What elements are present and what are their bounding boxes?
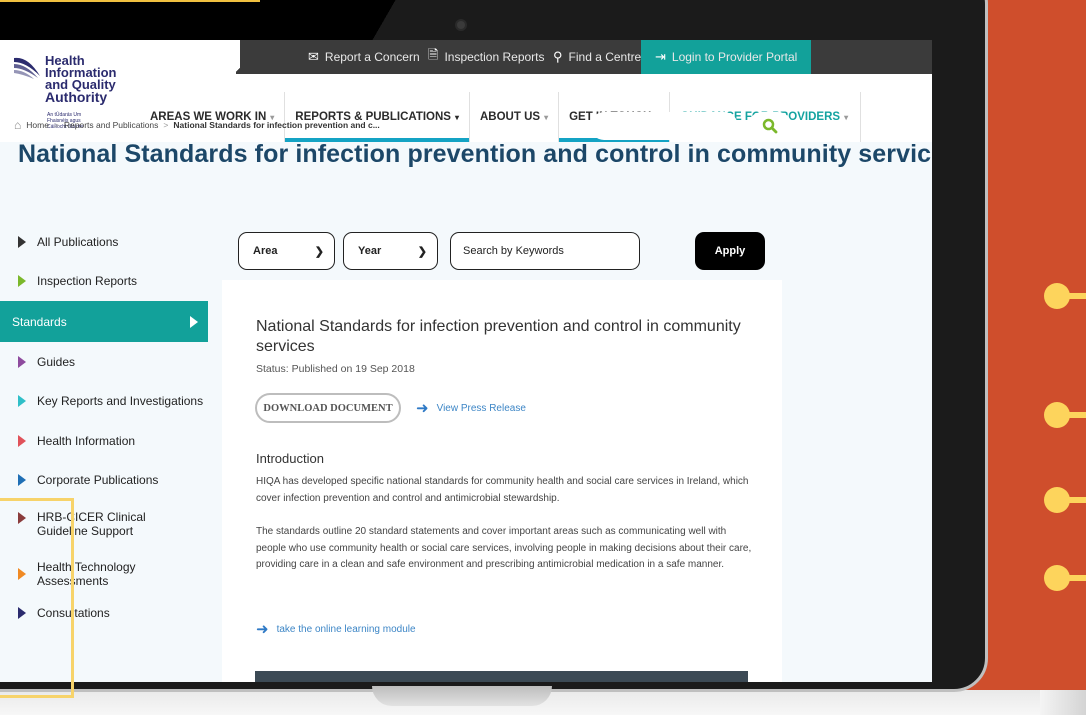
sidebar-item-label: Health Information bbox=[37, 433, 136, 448]
chevron-down-icon: ▾ bbox=[844, 112, 849, 122]
triangle-right-icon bbox=[18, 235, 26, 248]
report-concern-link[interactable]: ✉ Report a Concern bbox=[308, 40, 420, 74]
sidebar-item-health-information[interactable]: Health Information bbox=[0, 421, 208, 461]
camera-icon bbox=[457, 21, 465, 29]
link-label: View Press Release bbox=[436, 402, 526, 414]
decorative-highlight-frame bbox=[0, 498, 74, 698]
site-search-button[interactable] bbox=[748, 112, 792, 140]
home-icon[interactable]: ⌂ bbox=[14, 118, 21, 132]
util-label: Login to Provider Portal bbox=[671, 50, 798, 64]
link-label: take the online learning module bbox=[276, 623, 416, 635]
sidebar-item-all-publications[interactable]: All Publications bbox=[0, 222, 208, 262]
page-title: National Standards for infection prevent… bbox=[18, 140, 932, 168]
triangle-right-icon bbox=[18, 474, 26, 487]
apply-button[interactable]: Apply bbox=[695, 232, 765, 270]
breadcrumb-separator: > bbox=[163, 120, 169, 130]
laptop-base-notch bbox=[372, 686, 552, 706]
decorative-accent-line bbox=[0, 0, 260, 2]
triangle-right-icon bbox=[190, 315, 198, 328]
utility-bar: ✉ Report a Concern 🗎 Inspection Reports … bbox=[240, 40, 932, 74]
util-label: Inspection Reports bbox=[444, 50, 545, 64]
sidebar-item-guides[interactable]: Guides bbox=[0, 342, 208, 382]
sidebar-item-label: Guides bbox=[37, 354, 76, 369]
standards-paragraph: The standards outline 20 standard statem… bbox=[256, 526, 752, 570]
year-select[interactable]: Year ❯ bbox=[343, 232, 438, 270]
introduction-heading: Introduction bbox=[256, 451, 324, 466]
sidebar-item-label: All Publications bbox=[37, 234, 119, 249]
arrow-right-icon: ➜ bbox=[256, 621, 269, 638]
util-label: Find a Centre bbox=[568, 50, 642, 64]
sidebar-item-label: Standards bbox=[12, 314, 67, 329]
keyword-search-input[interactable]: Search by Keywords bbox=[450, 232, 640, 270]
triangle-right-icon bbox=[18, 355, 26, 368]
laptop-base-shadow bbox=[1040, 690, 1086, 715]
breadcrumb-home[interactable]: Home bbox=[26, 120, 49, 130]
login-provider-portal-button[interactable]: ⇥ Login to Provider Portal bbox=[641, 40, 812, 74]
bezel-top-strip-edge bbox=[360, 0, 408, 40]
download-document-button[interactable]: DOWNLOAD DOCUMENT bbox=[255, 393, 401, 423]
sidebar-item-corporate-publications[interactable]: Corporate Publications bbox=[0, 461, 208, 501]
logo-wordmark: Health Information and Quality Authority bbox=[45, 54, 117, 105]
view-press-release-link[interactable]: ➜ View Press Release bbox=[416, 399, 526, 417]
decorative-bar bbox=[1058, 412, 1086, 418]
intro-paragraph: HIQA has developed specific national sta… bbox=[256, 476, 749, 504]
breadcrumb-separator: > bbox=[53, 120, 59, 130]
sidebar-item-standards[interactable]: Standards bbox=[0, 301, 208, 342]
site-search-input[interactable] bbox=[590, 112, 738, 140]
chevron-down-icon: ▾ bbox=[454, 112, 459, 122]
online-learning-link[interactable]: ➜ take the online learning module bbox=[256, 620, 416, 638]
decorative-bar bbox=[1058, 575, 1086, 581]
logo-swoosh-icon bbox=[14, 57, 40, 79]
envelope-icon: ✉ bbox=[308, 49, 319, 64]
chevron-down-icon: ▾ bbox=[544, 112, 549, 122]
nav-areas-we-work-in[interactable]: AREAS WE WORK IN ▾ bbox=[140, 92, 286, 142]
bezel-top-strip bbox=[0, 0, 360, 40]
nav-reports-publications[interactable]: REPORTS & PUBLICATIONS ▾ bbox=[285, 92, 470, 142]
search-icon bbox=[762, 118, 778, 134]
document-icon: 🗎 bbox=[428, 47, 439, 62]
video-thumbnail[interactable] bbox=[255, 671, 748, 682]
sidebar-item-key-reports[interactable]: Key Reports and Investigations bbox=[0, 382, 208, 422]
area-select[interactable]: Area ❯ bbox=[238, 232, 335, 270]
breadcrumb: ⌂ Home > Reports and Publications > Nati… bbox=[14, 118, 380, 132]
nav-label: ABOUT US bbox=[480, 111, 541, 123]
nav-about-us[interactable]: ABOUT US ▾ bbox=[470, 92, 560, 142]
document-status: Status: Published on 19 Sep 2018 bbox=[256, 363, 415, 375]
sidebar-item-inspection-reports[interactable]: Inspection Reports bbox=[0, 262, 208, 302]
decorative-bar bbox=[1058, 497, 1086, 503]
chevron-down-icon: ❯ bbox=[314, 245, 324, 258]
decorative-bar bbox=[1058, 293, 1086, 299]
triangle-right-icon bbox=[18, 395, 26, 408]
find-centre-link[interactable]: ⚲ Find a Centre bbox=[553, 40, 641, 74]
inspection-reports-link[interactable]: 🗎 Inspection Reports bbox=[428, 40, 545, 74]
sidebar-item-label: Key Reports and Investigations bbox=[37, 394, 204, 409]
keyword-search-placeholder: Search by Keywords bbox=[463, 245, 564, 257]
triangle-right-icon bbox=[18, 434, 26, 447]
chevron-down-icon: ❯ bbox=[417, 245, 427, 258]
year-select-value: Year bbox=[358, 245, 382, 257]
sidebar-item-label: Corporate Publications bbox=[37, 473, 159, 488]
triangle-right-icon bbox=[18, 275, 26, 288]
util-label: Report a Concern bbox=[324, 50, 420, 64]
logo-line: Authority bbox=[45, 89, 108, 105]
login-icon: ⇥ bbox=[655, 49, 666, 64]
location-pin-icon: ⚲ bbox=[553, 49, 563, 64]
sidebar-item-label: Inspection Reports bbox=[37, 274, 138, 289]
breadcrumb-section[interactable]: Reports and Publications bbox=[64, 120, 159, 130]
document-title: National Standards for infection prevent… bbox=[256, 318, 741, 355]
arrow-right-icon: ➜ bbox=[416, 400, 429, 417]
breadcrumb-current: National Standards for infection prevent… bbox=[173, 120, 380, 130]
area-select-value: Area bbox=[253, 245, 278, 257]
